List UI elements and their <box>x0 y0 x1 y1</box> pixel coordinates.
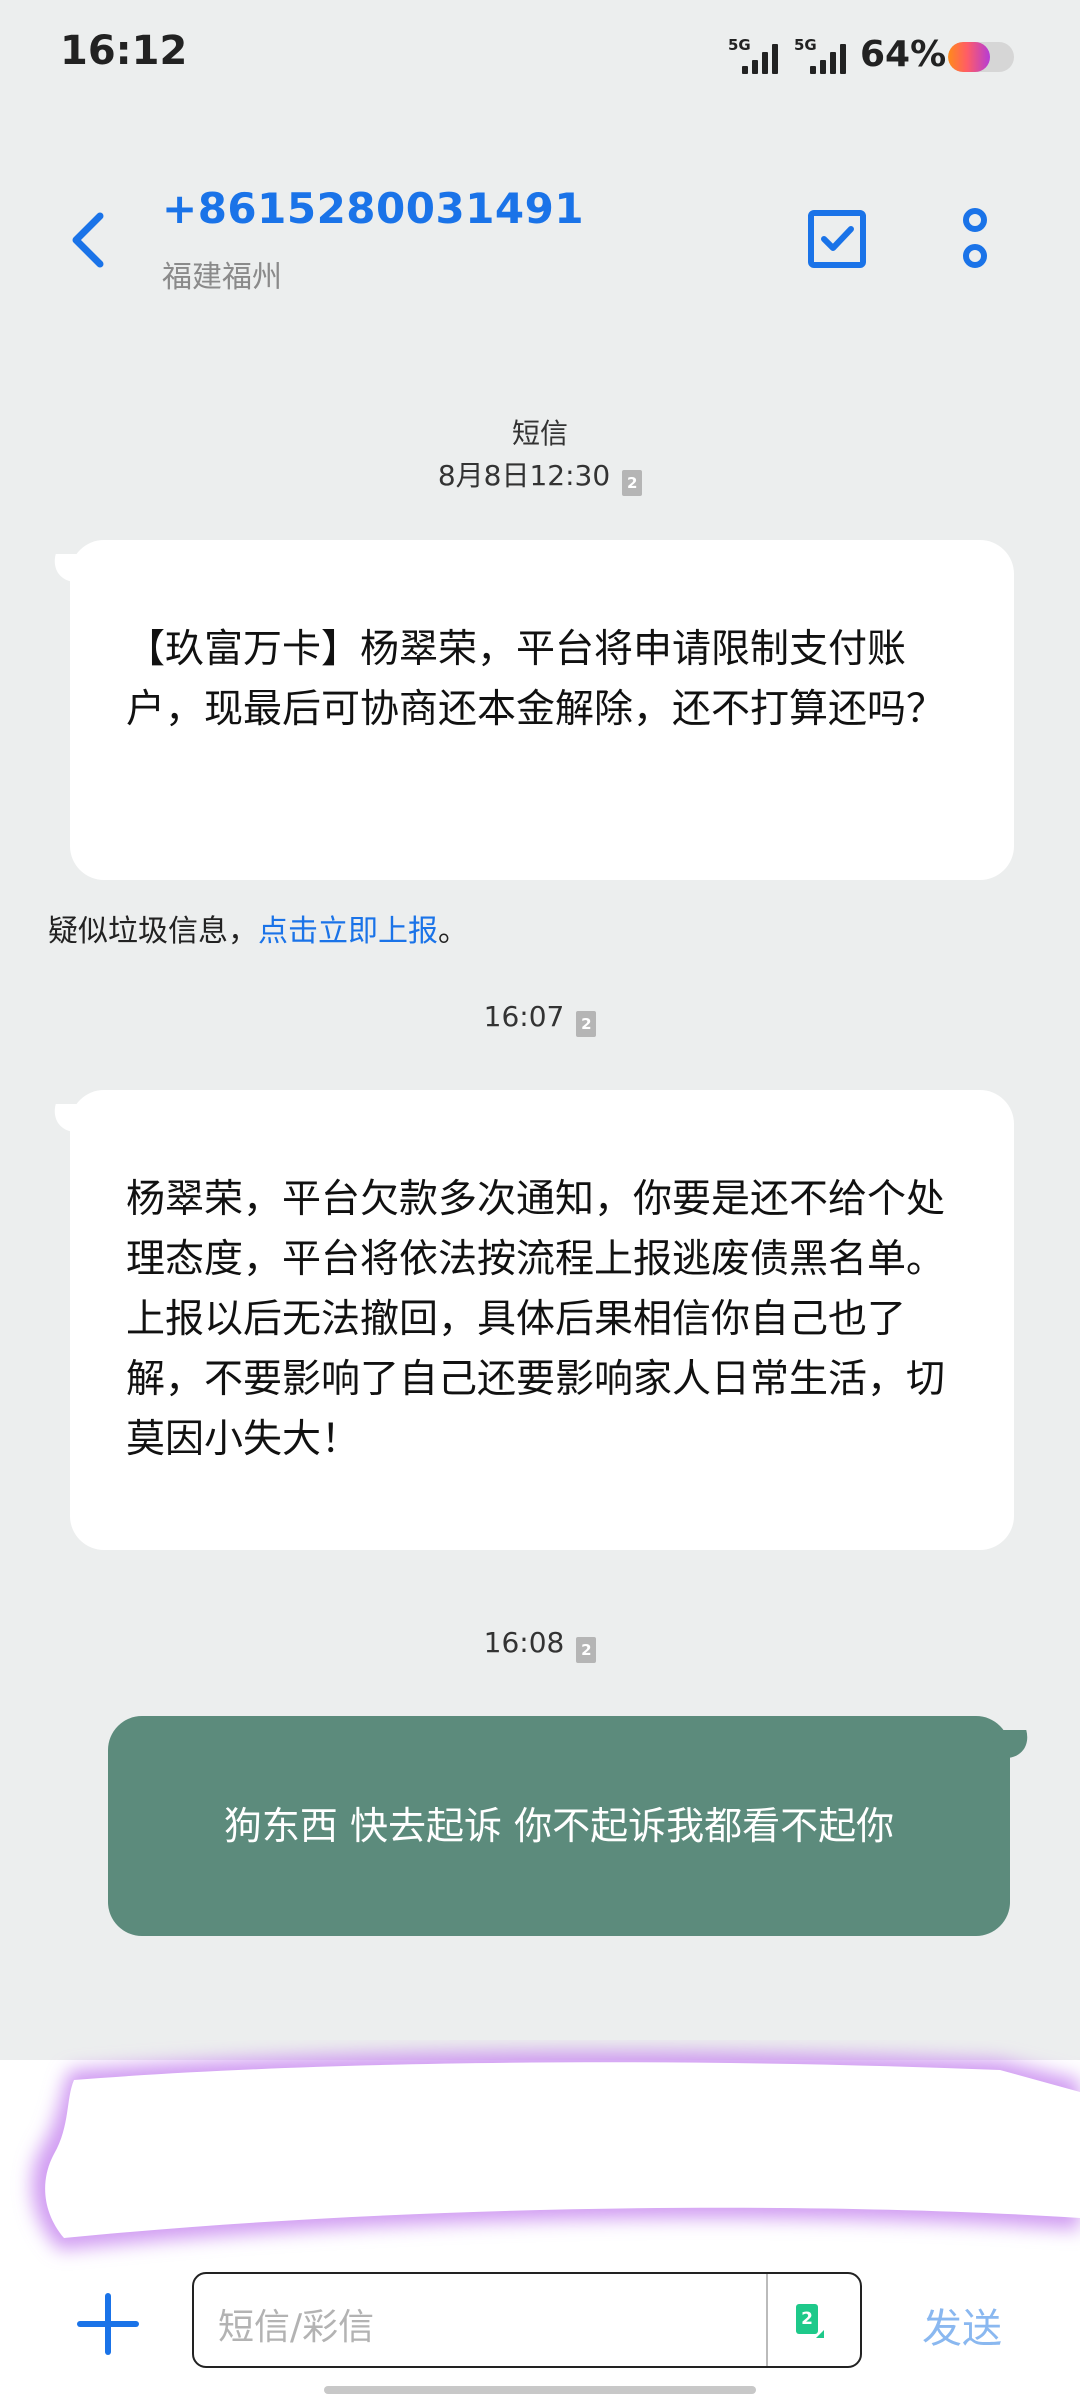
more-vertical-icon <box>963 208 987 268</box>
signal-icon <box>742 42 780 74</box>
plus-icon <box>77 2293 139 2355</box>
bubble-tail <box>990 1730 1034 1758</box>
back-button[interactable] <box>60 208 120 272</box>
chevron-left-icon <box>72 212 104 268</box>
sim-card-corner <box>816 2330 824 2338</box>
timestamp: 16:08 2 <box>0 1626 1080 1663</box>
message-input-placeholder: 短信/彩信 <box>218 2307 375 2348</box>
status-icons: 5G 5G 64% <box>728 34 1028 78</box>
sim-card-icon: 2 <box>796 2304 818 2334</box>
timestamp-time: 16:07 <box>483 1000 565 1033</box>
spam-warning-suffix: 。 <box>438 914 468 949</box>
signal-icon <box>810 42 848 74</box>
home-indicator[interactable] <box>324 2386 756 2394</box>
timestamp-time: 8月8日12:30 <box>437 459 611 492</box>
outgoing-message-bubble[interactable]: 狗东西 快去起诉 你不起诉我都看不起你 <box>108 1716 1034 1936</box>
message-text: 【玖富万卡】杨翠荣，平台将申请限制支付账户，现最后可协商还本金解除，还不打算还吗… <box>126 627 946 732</box>
redaction-scribble <box>31 2051 1080 2250</box>
select-messages-button[interactable] <box>806 208 868 270</box>
contact-location: 福建福州 <box>162 260 282 295</box>
sim-card-icon: 2 <box>576 1637 597 1663</box>
timestamp: 8月8日12:30 2 <box>0 454 1080 496</box>
battery-icon <box>948 42 1014 72</box>
incoming-message-bubble[interactable]: 【玖富万卡】杨翠荣，平台将申请限制支付账户，现最后可协商还本金解除，还不打算还吗… <box>48 540 1014 880</box>
timestamp: 16:07 2 <box>0 1000 1080 1037</box>
spam-warning-text: 疑似垃圾信息， <box>48 914 258 949</box>
sim-card-icon: 2 <box>576 1011 597 1037</box>
more-options-button[interactable] <box>954 206 996 272</box>
sim-switch-button[interactable]: 2 <box>766 2274 860 2366</box>
add-attachment-button[interactable] <box>76 2292 140 2356</box>
status-time: 16:12 <box>60 28 188 74</box>
report-spam-link[interactable]: 点击立即上报 <box>258 914 438 949</box>
battery-fill <box>948 42 991 72</box>
spam-warning: 疑似垃圾信息，点击立即上报。 <box>48 906 468 950</box>
checkbox-icon <box>808 210 866 268</box>
message-text: 杨翠荣，平台欠款多次通知，你要是还不给个处理态度，平台将依法按流程上报逃废债黑名… <box>126 1177 946 1462</box>
timestamp-time: 16:08 <box>483 1626 565 1659</box>
bubble-tail <box>48 554 92 582</box>
send-button[interactable]: 发送 <box>922 2296 1002 2354</box>
incoming-message-bubble[interactable]: 杨翠荣，平台欠款多次通知，你要是还不给个处理态度，平台将依法按流程上报逃废债黑名… <box>48 1090 1014 1550</box>
message-type-label: 短信 <box>511 417 568 450</box>
bubble-tail <box>48 1104 92 1132</box>
message-input[interactable]: 短信/彩信 2 <box>192 2272 862 2368</box>
contact-number[interactable]: +8615280031491 <box>162 184 584 233</box>
message-text: 狗东西 快去起诉 你不起诉我都看不起你 <box>223 1804 895 1848</box>
battery-percent: 64% <box>860 34 947 75</box>
sim-card-icon: 2 <box>622 470 643 496</box>
